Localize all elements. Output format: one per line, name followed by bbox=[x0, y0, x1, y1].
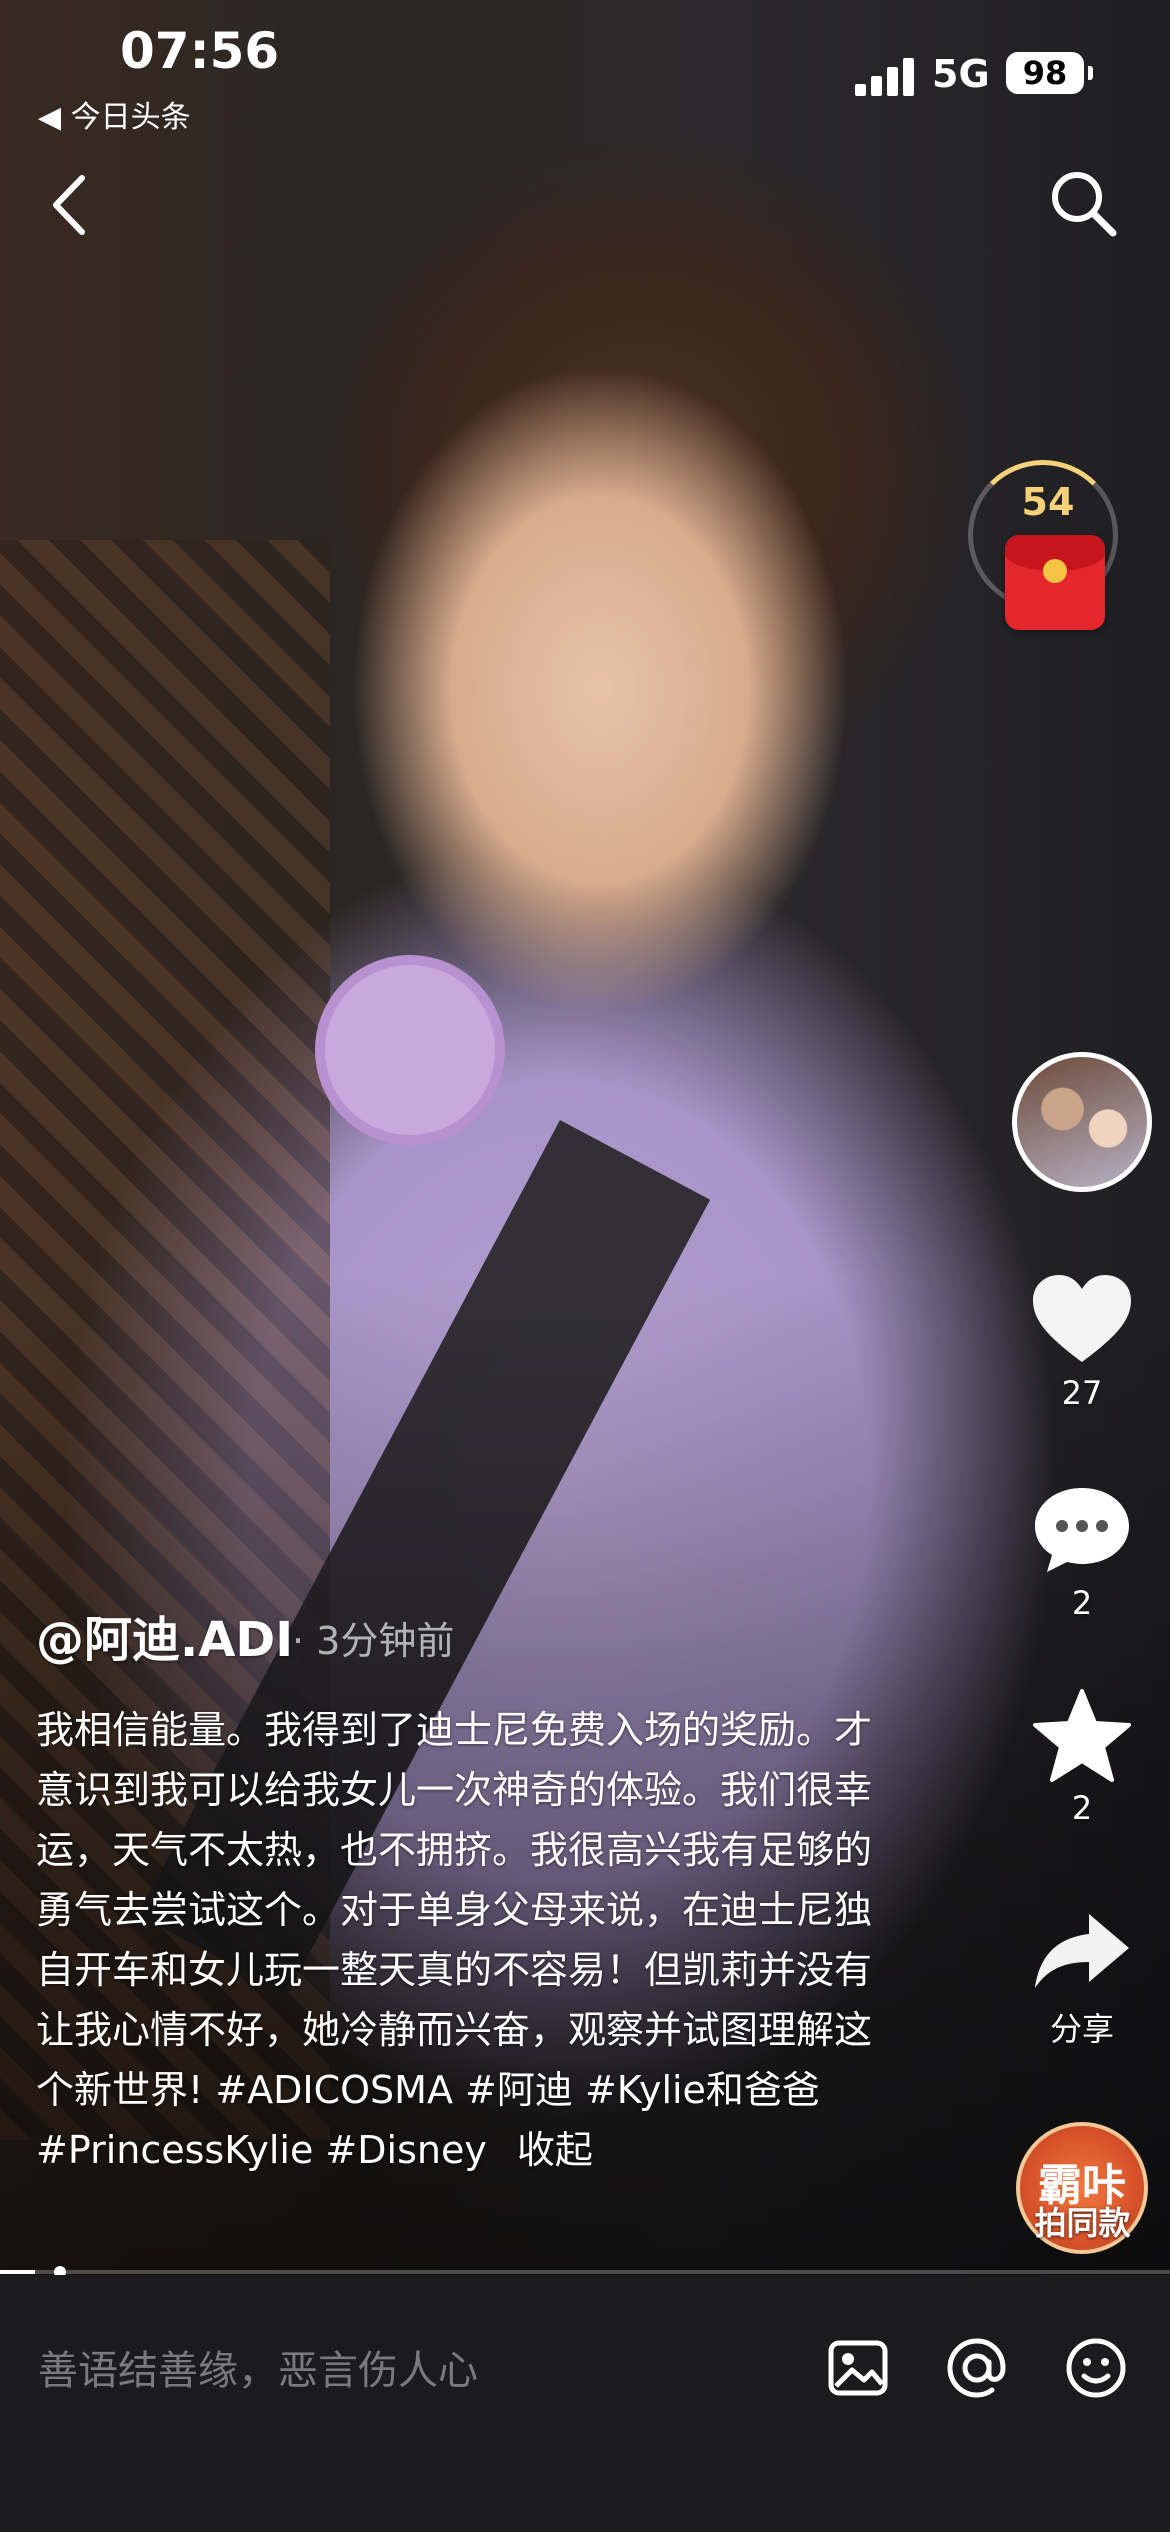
share-icon bbox=[1035, 1914, 1129, 1988]
share-button[interactable]: 分享 bbox=[1022, 1900, 1142, 2050]
heart-icon bbox=[1033, 1275, 1131, 1362]
caption-text: 我相信能量。我得到了迪士尼免费入场的奖励。才意识到我可以给我女儿一次神奇的体验。… bbox=[36, 1708, 873, 2172]
post-caption: 我相信能量。我得到了迪士尼免费入场的奖励。才意识到我可以给我女儿一次神奇的体验。… bbox=[36, 1700, 886, 2180]
video-pacifier bbox=[315, 955, 505, 1145]
red-packet-icon bbox=[1005, 535, 1105, 630]
battery-icon: 98 bbox=[1006, 52, 1093, 94]
favorite-button[interactable]: 2 bbox=[1022, 1685, 1142, 1827]
back-arrow-icon[interactable] bbox=[40, 170, 100, 240]
image-icon[interactable] bbox=[822, 2332, 894, 2404]
author-name[interactable]: @阿迪.ADI bbox=[36, 1600, 293, 1670]
search-icon[interactable] bbox=[1045, 165, 1120, 240]
back-to-app-link[interactable]: ◀ 今日头条 bbox=[38, 92, 191, 136]
signal-icon bbox=[855, 56, 915, 96]
emoji-icon[interactable] bbox=[1060, 2332, 1132, 2404]
comment-input[interactable] bbox=[36, 2342, 800, 2400]
network-type: 5G bbox=[932, 52, 990, 96]
at-icon[interactable] bbox=[941, 2332, 1013, 2404]
like-button[interactable]: 27 bbox=[1022, 1270, 1142, 1412]
video-progress-fill bbox=[0, 2270, 36, 2274]
make-same-label: 拍同款 bbox=[1034, 2204, 1131, 2242]
comment-count: 2 bbox=[1071, 1584, 1093, 1622]
favorite-count: 2 bbox=[1071, 1789, 1093, 1827]
share-label: 分享 bbox=[1049, 2010, 1114, 2048]
comment-icon bbox=[1035, 1488, 1129, 1572]
status-bar: 07:56 ◀ 今日头条 5G 98 bbox=[0, 0, 1170, 150]
comment-button[interactable]: 2 bbox=[1022, 1480, 1142, 1622]
red-packet-count: 54 bbox=[1021, 480, 1075, 524]
video-progress-bar[interactable] bbox=[0, 2270, 1170, 2274]
star-icon bbox=[1033, 1689, 1131, 1782]
post-time: · 3分钟前 bbox=[292, 1619, 455, 1663]
status-time: 07:56 bbox=[120, 22, 280, 80]
author-avatar[interactable] bbox=[1012, 1052, 1152, 1192]
collapse-button[interactable]: 收起 bbox=[517, 2128, 593, 2172]
red-packet-widget[interactable]: 54 bbox=[968, 450, 1128, 640]
like-count: 27 bbox=[1061, 1374, 1103, 1412]
